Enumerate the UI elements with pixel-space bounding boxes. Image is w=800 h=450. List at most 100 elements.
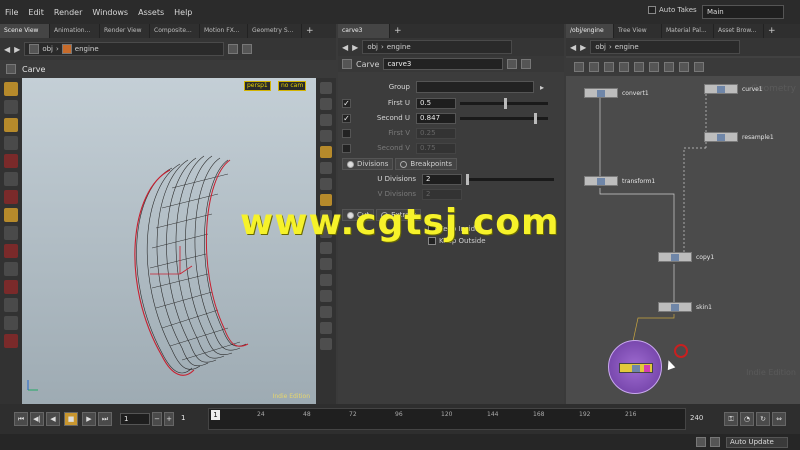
jump-start-button[interactable]: ⏮ [14,412,28,426]
alert-icon[interactable] [710,437,720,447]
no-cam-menu[interactable]: no cam [278,81,307,91]
chat-icon[interactable] [696,437,706,447]
u-divisions-knob[interactable] [466,173,469,185]
template-icon[interactable] [320,290,332,302]
breakpoints-radio[interactable] [400,160,408,168]
tab-divisions[interactable]: Divisions [342,158,394,170]
bypass-icon[interactable] [320,306,332,318]
align-icon[interactable] [679,62,689,72]
auto-takes-checkbox[interactable] [648,6,656,14]
lock-icon[interactable] [320,98,332,110]
stop-button[interactable]: ■ [64,412,78,426]
tab-animation[interactable]: Animation... [50,24,100,38]
grid-icon[interactable] [604,62,614,72]
start-frame[interactable]: 1 [178,413,204,425]
param-path-breadcrumb[interactable]: obj › engine [362,40,513,54]
pose-tool-icon[interactable] [4,190,18,204]
handles-icon[interactable] [320,338,332,350]
brush-tool-icon[interactable] [4,280,18,294]
list-icon[interactable] [574,62,584,72]
arrange-icon[interactable] [694,62,704,72]
display-options-icon[interactable] [320,82,332,94]
ghost-icon[interactable] [320,114,332,126]
second-v-toggle[interactable] [342,143,351,153]
link-icon[interactable] [242,44,253,54]
v-divisions-field[interactable]: 2 [422,188,462,200]
selected-node-carve3[interactable] [608,340,662,394]
view-tool-icon[interactable] [4,208,18,222]
node-name-field[interactable]: carve3 [383,58,504,70]
second-u-toggle[interactable]: ✓ [342,113,351,123]
first-v-toggle[interactable] [342,128,351,138]
tab-geometry-spreadsheet[interactable]: Geometry S... [248,24,302,38]
tab-breakpoints[interactable]: Breakpoints [395,158,458,170]
current-frame-marker[interactable]: 1 [211,410,220,420]
jump-end-button[interactable]: ⏭ [98,412,112,426]
add-tab-icon[interactable]: + [302,24,318,38]
group-select-icon[interactable]: ▸ [540,83,544,92]
menu-assets[interactable]: Assets [133,8,169,17]
light-tool-icon[interactable] [4,334,18,348]
forward-arrow-icon[interactable]: ▶ [352,43,358,52]
arrow-tool-icon[interactable] [4,136,18,150]
desktop-select[interactable]: Main [702,5,784,19]
key-icon[interactable]: ⚿ [724,412,738,426]
path-obj[interactable]: obj [367,43,378,51]
tab-asset-browser[interactable]: Asset Brow... [714,24,764,38]
tab-motion-fx[interactable]: Motion FX... [200,24,248,38]
network-canvas[interactable]: Geometry Indie Edition convert1 curve1 r… [566,76,800,404]
carve3-node-body[interactable] [619,363,653,373]
tab-render-view[interactable]: Render View [100,24,150,38]
shading-icon[interactable] [320,130,332,142]
menu-render[interactable]: Render [49,8,87,17]
shape-icon[interactable] [649,62,659,72]
edge-icon[interactable] [320,242,332,254]
pin-icon[interactable] [228,44,239,54]
loop-icon[interactable]: ↻ [756,412,770,426]
camera-menu[interactable]: persp1 [244,81,271,91]
path-engine[interactable]: engine [387,43,411,51]
divisions-radio[interactable] [347,160,354,168]
add-tab-icon[interactable]: + [390,24,406,38]
node-copy1[interactable] [658,252,692,262]
points-icon[interactable] [320,162,332,174]
magnet-tool-icon[interactable] [4,244,18,258]
path-engine[interactable]: engine [615,43,639,51]
frame-increment-button[interactable]: + [164,412,174,426]
add-tab-icon[interactable]: + [764,24,780,38]
tab-tree-view[interactable]: Tree View [614,24,662,38]
first-u-toggle[interactable]: ✓ [342,98,351,108]
move-tool-icon[interactable] [4,100,18,114]
tab-scene-view[interactable]: Scene View [0,24,50,38]
flag-icon[interactable] [664,62,674,72]
display-flag-icon[interactable] [644,365,650,372]
u-divisions-slider[interactable] [466,173,554,185]
timeline-ruler[interactable]: 1 24 48 72 96 120 144 168 192 216 [208,408,686,430]
path-obj[interactable]: obj [595,43,606,51]
tab-carve3[interactable]: carve3 [338,24,390,38]
group-field[interactable] [416,81,534,93]
rotate-tool-icon[interactable] [4,118,18,132]
paint-tool-icon[interactable] [4,298,18,312]
back-arrow-icon[interactable]: ◀ [342,43,348,52]
path-engine[interactable]: engine [75,45,99,53]
lighting-icon[interactable] [320,146,332,158]
menu-edit[interactable]: Edit [23,8,49,17]
back-arrow-icon[interactable]: ◀ [4,45,10,54]
first-u-knob[interactable] [504,97,507,109]
forward-arrow-icon[interactable]: ▶ [580,43,586,52]
scale-tool-icon[interactable] [4,154,18,168]
help-icon[interactable] [521,59,532,69]
end-frame[interactable]: 240 [690,414,703,422]
node-curve1[interactable] [704,84,738,94]
second-u-knob[interactable] [534,112,537,124]
camera-tool-icon[interactable] [4,316,18,330]
tab-obj-engine[interactable]: /obj/engine [566,24,614,38]
flag-icon[interactable] [320,322,332,334]
second-u-slider[interactable] [460,112,548,124]
select-tool-icon[interactable] [4,82,18,96]
tab-composite[interactable]: Composite... [150,24,200,38]
back-arrow-icon[interactable]: ◀ [570,43,576,52]
auto-update-select[interactable]: Auto Update [726,437,788,448]
node-transform1[interactable] [584,176,618,186]
